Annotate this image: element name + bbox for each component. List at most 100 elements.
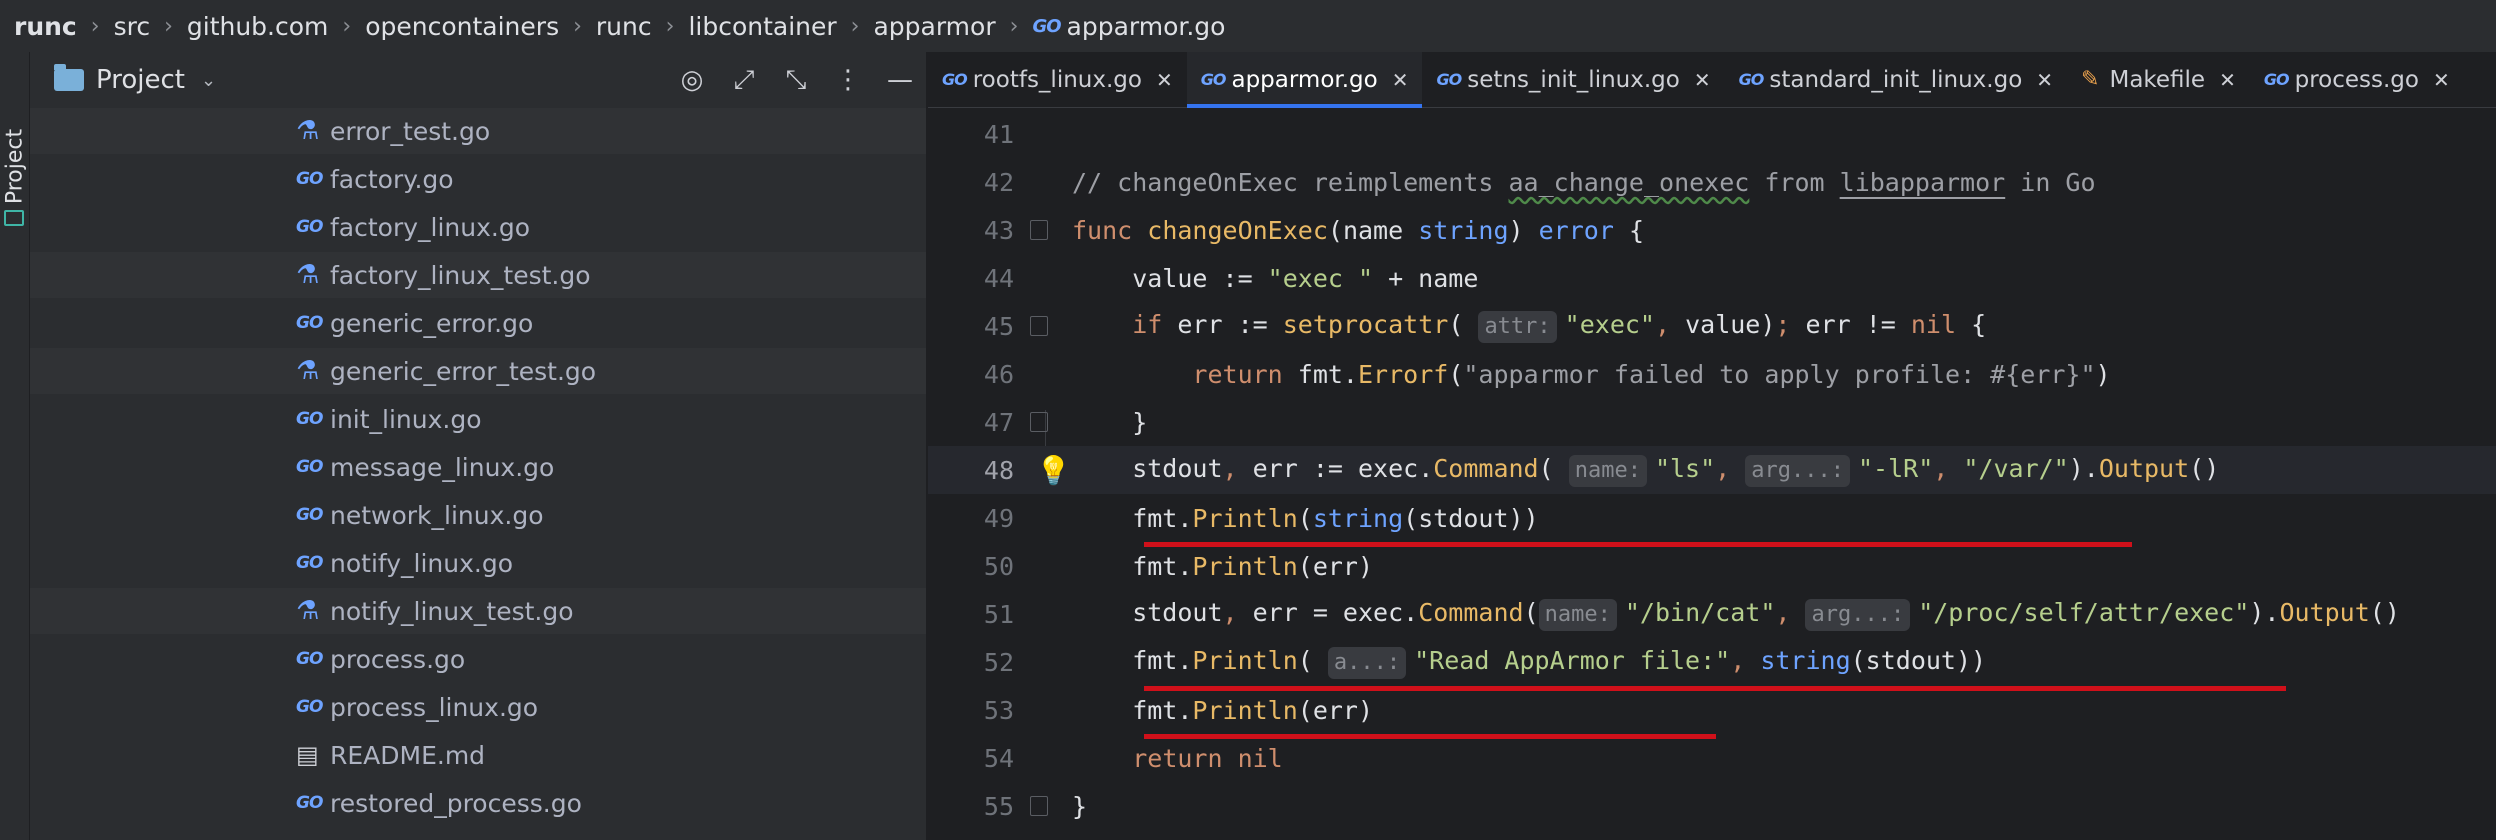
file-tree-item[interactable]: ⚗ generic_error_test.go	[30, 348, 926, 394]
file-tree-item[interactable]: GO restored_process.go	[30, 780, 926, 826]
file-tree-item[interactable]: GO message_linux.go	[30, 444, 926, 490]
fold-icon[interactable]	[1030, 412, 1048, 432]
code-line[interactable]: 43 func changeOnExec(name string) error …	[928, 206, 2496, 254]
gutter: 💡	[1014, 446, 1072, 494]
line-number: 43	[983, 215, 1014, 245]
code-text: fmt.Println(err)	[1072, 551, 1374, 581]
chevron-right-icon: ›	[342, 13, 352, 39]
file-tree-item[interactable]: GO init_linux.go	[30, 396, 926, 442]
line-number: 45	[983, 311, 1014, 341]
editor-tab[interactable]: GO process.go ✕	[2250, 52, 2464, 107]
file-tree-item[interactable]: GO factory.go	[30, 156, 926, 202]
project-tool-icon[interactable]	[4, 210, 24, 226]
editor-tab[interactable]: GO setns_init_linux.go ✕	[1422, 52, 1724, 107]
code-text: func changeOnExec(name string) error {	[1072, 215, 1644, 245]
close-icon[interactable]: ✕	[1694, 68, 1711, 92]
go-file-icon: GO	[296, 505, 323, 525]
go-file-icon: GO	[296, 313, 323, 333]
editor-tab[interactable]: ✎ Makefile ✕	[2067, 52, 2250, 107]
editor-tab-label: setns_init_linux.go	[1467, 66, 1680, 93]
breadcrumb-item[interactable]: runc	[14, 12, 77, 41]
gutter	[1014, 398, 1072, 446]
file-tree-item[interactable]: GO notify_linux.go	[30, 540, 926, 586]
project-panel: Project ⌄ ◎ ⤢ ⤡ ⋮ — ⚗ error_test.go GO fact…	[30, 52, 926, 840]
file-tree-item[interactable]: GO network_linux.go	[30, 492, 926, 538]
file-tree-item[interactable]: GO process.go	[30, 636, 926, 682]
editor-tab-label: rootfs_linux.go	[972, 66, 1142, 93]
code-line[interactable]: 41	[928, 110, 2496, 158]
close-icon[interactable]: ✕	[2036, 68, 2053, 92]
line-number: 53	[983, 695, 1014, 725]
close-icon[interactable]: ✕	[2219, 68, 2236, 92]
go-file-icon: GO	[2263, 70, 2290, 89]
line-number: 47	[983, 407, 1014, 437]
go-file-icon: GO	[296, 793, 323, 813]
gutter	[1014, 782, 1072, 830]
line-number: 41	[983, 119, 1014, 149]
code-line[interactable]: 51 stdout, err = exec.Command(name: "/bin…	[928, 590, 2496, 638]
breadcrumb-current[interactable]: apparmor.go	[1067, 12, 1226, 41]
red-underline-annotation	[1144, 542, 2132, 547]
breadcrumb-item[interactable]: runc	[596, 12, 652, 41]
editor-tab[interactable]: GO apparmor.go ✕	[1186, 52, 1423, 108]
code-line-current[interactable]: 48 💡 stdout, err := exec.Command( name: "…	[928, 446, 2496, 494]
file-tree-item-label: restored_process.go	[330, 788, 582, 818]
go-file-icon: GO	[296, 697, 323, 717]
close-icon[interactable]: ✕	[1392, 68, 1409, 92]
file-tree-item[interactable]: GO factory_linux.go	[30, 204, 926, 250]
file-tree-item[interactable]: ⚗ factory_linux_test.go	[30, 252, 926, 298]
editor: GO rootfs_linux.go ✕ GO apparmor.go ✕ GO setns_…	[928, 52, 2496, 840]
fold-icon[interactable]	[1030, 220, 1048, 240]
code-line[interactable]: 45 if err := setprocattr( attr: "exec", v…	[928, 302, 2496, 350]
code-line[interactable]: 55 }	[928, 782, 2496, 830]
file-tree-item[interactable]: ⚗ notify_linux_test.go	[30, 588, 926, 634]
code-line[interactable]: 42 // changeOnExec reimplements aa_chang…	[928, 158, 2496, 206]
go-file-icon: GO	[296, 457, 323, 477]
file-tree-item-label: factory_linux.go	[330, 212, 531, 242]
line-number: 44	[983, 263, 1014, 293]
close-icon[interactable]: ✕	[1156, 68, 1173, 92]
file-tree-item-label: message_linux.go	[330, 452, 555, 482]
code-line[interactable]: 47 }	[928, 398, 2496, 446]
editor-tab[interactable]: GO standard_init_linux.go ✕	[1725, 52, 2067, 107]
code-line[interactable]: 54 return nil	[928, 734, 2496, 782]
code-line[interactable]: 53 fmt.Println(err)	[928, 686, 2496, 734]
file-tree-item[interactable]: ⚗ error_test.go	[30, 108, 926, 154]
breadcrumb-item[interactable]: opencontainers	[365, 12, 559, 41]
editor-tab-label: process.go	[2294, 66, 2419, 93]
go-file-icon: GO	[1436, 70, 1462, 89]
file-tree-item-label: generic_error.go	[330, 308, 534, 338]
line-number: 42	[983, 167, 1014, 197]
go-test-file-icon: ⚗	[296, 356, 320, 386]
breadcrumb-item[interactable]: libcontainer	[688, 12, 836, 41]
go-file-icon: GO	[1032, 15, 1061, 37]
code-line[interactable]: 52 fmt.Println( a...: "Read AppArmor file…	[928, 638, 2496, 686]
fold-icon[interactable]	[1030, 316, 1048, 336]
file-tree-item[interactable]: GO process_linux.go	[30, 684, 926, 730]
close-icon[interactable]: ✕	[2433, 68, 2450, 92]
breadcrumb-item[interactable]: apparmor	[873, 12, 995, 41]
code-text: // changeOnExec reimplements aa_change_o…	[1072, 167, 2096, 197]
code-text: fmt.Println(string(stdout))	[1072, 503, 1539, 533]
breadcrumb-item[interactable]: src	[114, 12, 151, 41]
code-text: fmt.Println(err)	[1072, 695, 1374, 725]
code-line[interactable]: 44 value := "exec " + name	[928, 254, 2496, 302]
red-underline-annotation	[1144, 686, 2286, 691]
code-line[interactable]: 49 fmt.Println(string(stdout))	[928, 494, 2496, 542]
gutter	[1014, 686, 1072, 734]
file-tree-item[interactable]: ▤ README.md	[30, 732, 926, 778]
code-text: fmt.Println( a...: "Read AppArmor file:",…	[1072, 646, 2496, 679]
go-test-file-icon: ⚗	[296, 260, 320, 290]
editor-tab[interactable]: GO rootfs_linux.go ✕	[928, 52, 1187, 107]
code-line[interactable]: 46 return fmt.Errorf("apparmor failed to…	[928, 350, 2496, 398]
fold-icon[interactable]	[1030, 796, 1048, 816]
gutter	[1014, 494, 1072, 542]
lightbulb-icon[interactable]: 💡	[1036, 454, 1071, 487]
line-number: 50	[983, 551, 1014, 581]
breadcrumb-item[interactable]: github.com	[187, 12, 329, 41]
gutter	[1014, 590, 1072, 638]
code-text: stdout, err = exec.Command(name: "/bin/ca…	[1072, 598, 2496, 631]
file-tree-item[interactable]: GO generic_error.go	[30, 300, 926, 346]
code-line[interactable]: 50 fmt.Println(err)	[928, 542, 2496, 590]
gutter	[1014, 302, 1072, 350]
